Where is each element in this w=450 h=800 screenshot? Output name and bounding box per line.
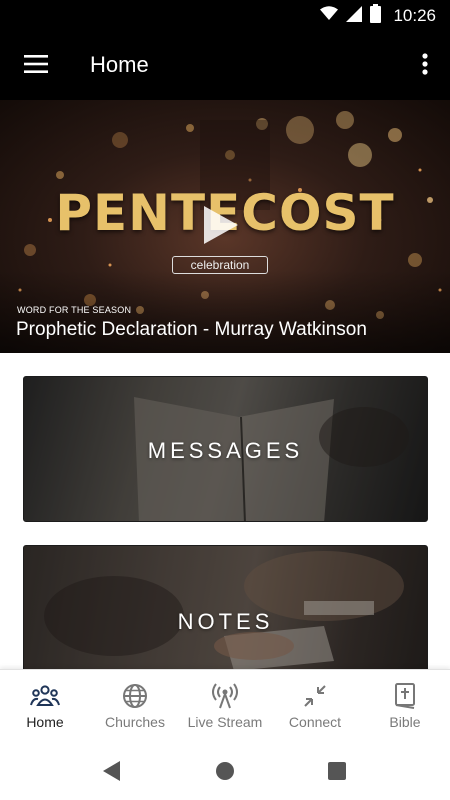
nav-home[interactable]: Home	[0, 670, 90, 741]
hero-caption: Prophetic Declaration - Murray Watkinson	[16, 319, 367, 340]
bottom-navigation: Home Churches Live Stream Connect Bible	[0, 669, 450, 741]
back-triangle-icon	[103, 761, 120, 781]
nav-live-stream[interactable]: Live Stream	[180, 670, 270, 741]
wifi-icon	[320, 6, 339, 26]
nav-label-churches: Churches	[105, 714, 165, 730]
church-logo: celebration	[172, 256, 268, 274]
nav-label-home: Home	[26, 714, 64, 730]
screen: 10:26 Home PENTECOST celebration WORD FO…	[0, 0, 450, 800]
nav-label-live-stream: Live Stream	[187, 714, 263, 730]
play-icon[interactable]	[204, 206, 238, 244]
back-button[interactable]	[99, 759, 125, 783]
recents-square-icon	[328, 762, 346, 780]
home-button[interactable]	[212, 759, 238, 783]
globe-icon	[120, 682, 150, 710]
nav-connect[interactable]: Connect	[270, 670, 360, 741]
nav-label-connect: Connect	[288, 714, 342, 730]
status-time: 10:26	[393, 6, 436, 25]
menu-button[interactable]	[16, 46, 56, 86]
battery-icon	[370, 4, 382, 28]
nav-label-bible: Bible	[389, 714, 421, 730]
more-vert-icon	[422, 52, 428, 80]
recents-button[interactable]	[324, 759, 350, 783]
overflow-menu-button[interactable]	[410, 46, 440, 86]
hero-kicker: WORD FOR THE SEASON	[17, 305, 132, 315]
notes-label: NOTES	[177, 609, 274, 634]
system-navigation-bar	[0, 741, 450, 800]
messages-card[interactable]: MESSAGES	[23, 376, 428, 522]
bible-icon	[390, 682, 420, 710]
signal-icon	[346, 5, 363, 27]
nav-bible[interactable]: Bible	[360, 670, 450, 741]
collapse-arrows-icon	[300, 682, 330, 710]
home-circle-icon	[216, 762, 234, 780]
status-icons: 10:26	[320, 4, 436, 28]
notes-card[interactable]: NOTES	[23, 545, 428, 675]
app-bar: Home	[0, 32, 450, 100]
people-icon	[30, 682, 60, 710]
antenna-icon	[210, 682, 240, 710]
nav-churches[interactable]: Churches	[90, 670, 180, 741]
page-title: Home	[90, 52, 149, 77]
hamburger-icon	[24, 54, 48, 78]
status-bar: 10:26	[0, 0, 450, 32]
messages-label: MESSAGES	[147, 438, 304, 463]
